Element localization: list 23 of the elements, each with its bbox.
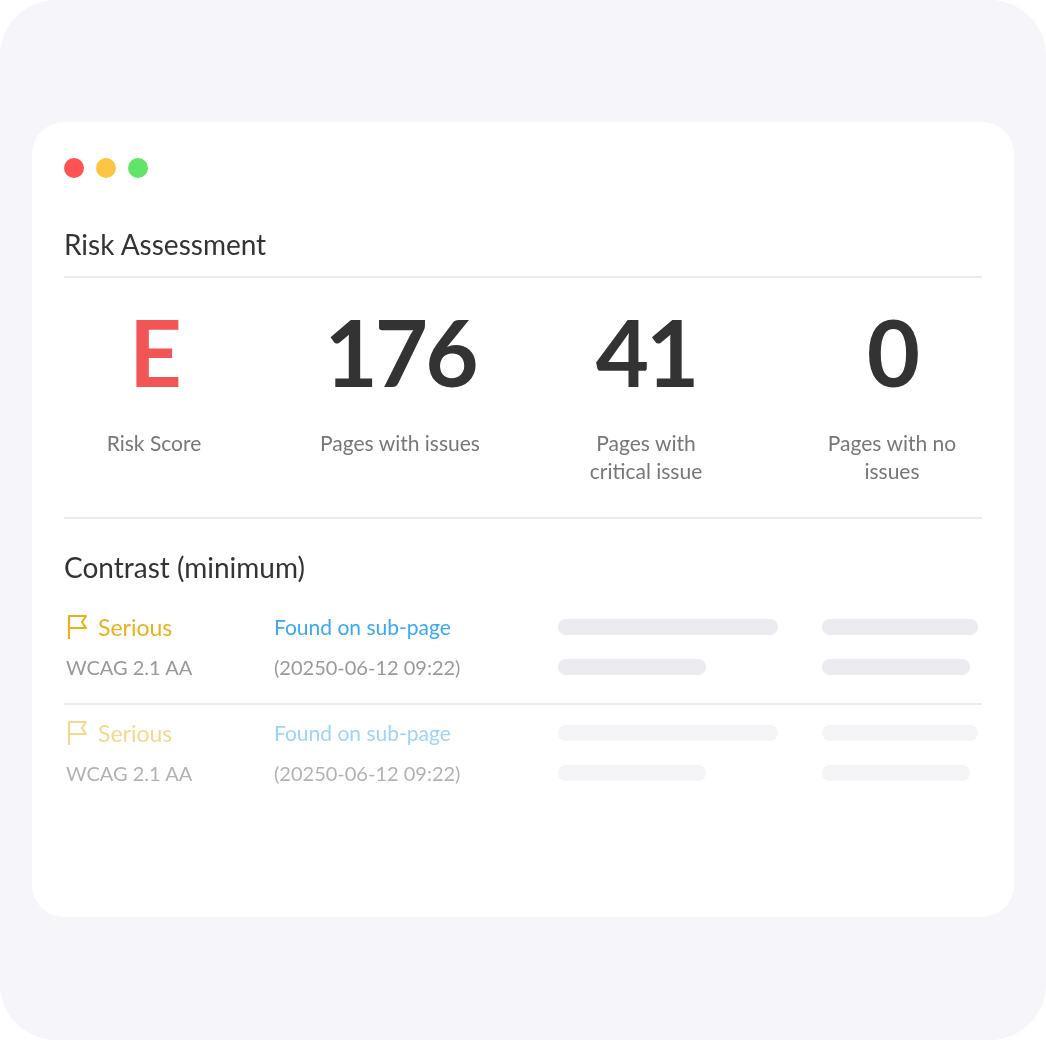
severity-label: Serious xyxy=(98,612,173,641)
wcag-level: WCAG 2.1 AA xyxy=(66,654,193,679)
sub-page-link[interactable]: Found on sub-page xyxy=(274,614,451,640)
sub-page-link[interactable]: Found on sub-page xyxy=(274,720,451,746)
window-maximize-dot[interactable] xyxy=(128,158,148,178)
timestamp: (20250-06-12 09:22) xyxy=(274,760,461,785)
timestamp: (20250-06-12 09:22) xyxy=(274,654,461,679)
stat-value: 176 xyxy=(324,304,476,401)
stat-label: Pages with issues xyxy=(320,428,480,457)
stat-value: 41 xyxy=(595,304,697,401)
window-close-dot[interactable] xyxy=(64,158,84,178)
window-minimize-dot[interactable] xyxy=(96,158,116,178)
wcag-level: WCAG 2.1 AA xyxy=(66,760,193,785)
stat-label: Pages with no issues xyxy=(826,428,958,485)
risk-grade: E xyxy=(129,304,179,401)
stat-value: 0 xyxy=(866,304,918,401)
panel-title: Risk Assessment xyxy=(64,230,982,278)
stat-label: Risk Score xyxy=(105,428,203,457)
flag-icon xyxy=(66,719,90,746)
stat-label: Pages with critical issue xyxy=(588,428,704,485)
severity-label: Serious xyxy=(98,718,173,747)
section-title: Contrast (minimum) xyxy=(64,552,306,581)
flag-icon xyxy=(66,613,90,640)
